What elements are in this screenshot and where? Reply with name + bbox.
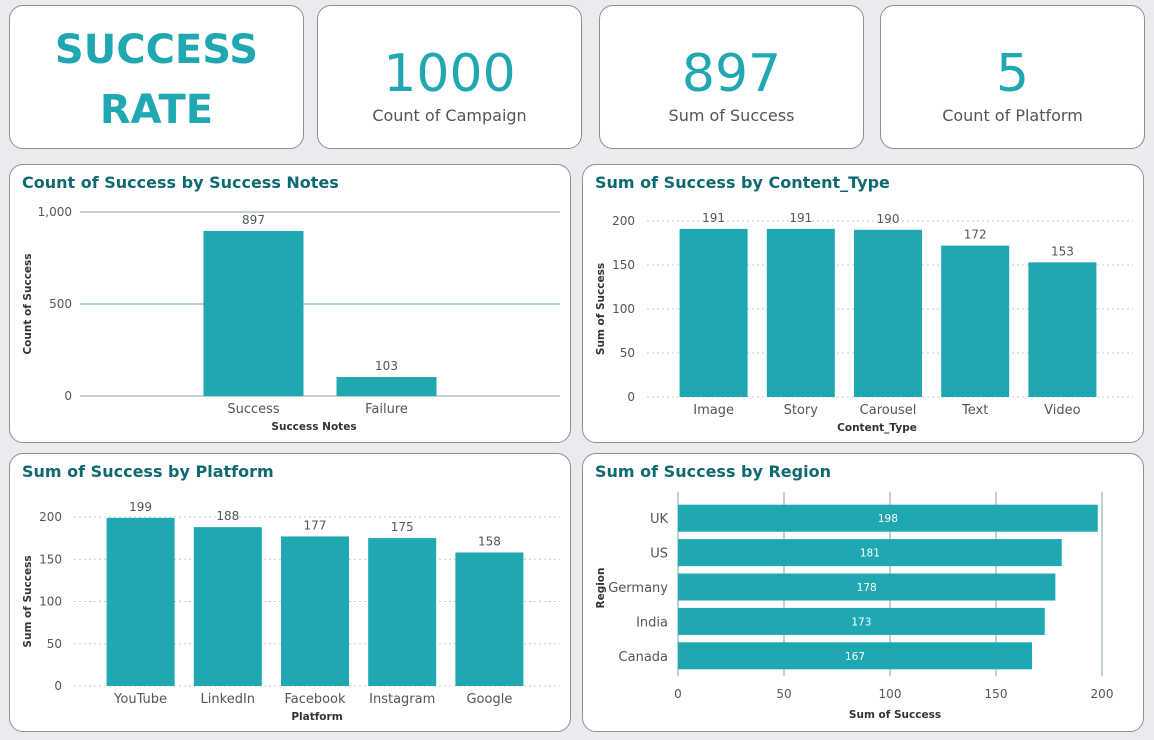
kpi-label-success: Sum of Success (668, 106, 795, 125)
y-tick-label: 1,000 (38, 205, 72, 219)
x-tick-label: 200 (1091, 687, 1114, 701)
chart-card-content-type[interactable]: Sum of Success by Content_Type 0 50 100 150… (582, 164, 1144, 443)
platform-bar-chart: 0 50 100 150 200 199 YouTube 188 LinkedIn 177 Face… (22, 500, 560, 723)
y-axis-title: Sum of Success (595, 263, 607, 355)
kpi-title-line2: RATE (99, 87, 214, 133)
kpi-card-success: 897 Sum of Success (599, 5, 864, 149)
x-tick-label: Success (227, 402, 280, 417)
y-tick-label: 100 (39, 595, 62, 609)
bar (281, 536, 349, 686)
data-label: 172 (964, 228, 987, 242)
y-axis-title: Sum of Success (22, 555, 34, 647)
x-tick-label: Story (784, 403, 819, 418)
x-tick-label: Image (693, 403, 734, 418)
data-label: 173 (851, 616, 871, 628)
kpi-card-campaign: 1000 Count of Campaign (317, 5, 582, 149)
y-tick-label: 200 (612, 214, 635, 228)
kpi-title-line1: SUCCESS (54, 27, 259, 73)
bar (854, 229, 922, 397)
x-tick-label: LinkedIn (201, 692, 255, 707)
chart-card-success-notes[interactable]: Count of Success by Success Notes 0 500 1,… (9, 164, 571, 443)
region-bar-chart: 0 50 100 150 200 198 UK 181 US 178 Germany 173 India… (595, 492, 1114, 721)
x-tick-label: Video (1044, 403, 1080, 418)
x-tick-label: Facebook (284, 692, 346, 707)
bar (193, 527, 262, 686)
y-tick-label: 100 (612, 302, 635, 316)
y-tick-label: 150 (39, 552, 62, 566)
x-tick-label: Instagram (369, 692, 435, 707)
bar (106, 517, 175, 686)
y-axis-title: Region (595, 567, 607, 608)
data-label: 177 (304, 518, 327, 532)
y-tick-label: 150 (612, 258, 635, 272)
data-label: 190 (877, 212, 900, 226)
data-label: 181 (860, 548, 880, 560)
data-label: 198 (878, 513, 898, 525)
data-label: 153 (1051, 244, 1074, 258)
data-label: 897 (242, 213, 265, 227)
x-tick-label: Carousel (860, 403, 917, 418)
x-axis-title: Sum of Success (849, 709, 941, 721)
y-tick-label: India (636, 615, 668, 630)
y-tick-label: 50 (47, 637, 62, 651)
bar (766, 228, 835, 397)
x-tick-label: Failure (365, 402, 408, 417)
y-tick-label: UK (650, 512, 669, 527)
y-tick-label: 0 (54, 679, 62, 693)
y-tick-label: 500 (49, 297, 72, 311)
x-tick-label: Google (466, 692, 512, 707)
y-tick-label: Canada (619, 650, 668, 665)
bar (941, 245, 1010, 397)
content-type-bar-chart: 0 50 100 150 200 191 Image 191 Story 190 Carousel 1… (595, 211, 1133, 434)
data-label: 158 (478, 534, 501, 548)
data-label: 175 (391, 520, 414, 534)
data-label: 178 (857, 582, 877, 594)
y-tick-label: 200 (39, 510, 62, 524)
kpi-title-card: SUCCESS RATE (9, 5, 304, 149)
data-label: 191 (702, 211, 725, 225)
y-axis-title: Count of Success (22, 253, 34, 354)
bar (203, 230, 304, 396)
x-axis-title: Content_Type (837, 422, 917, 434)
kpi-card-platform: 5 Count of Platform (880, 5, 1145, 149)
data-label: 167 (845, 651, 865, 663)
bar (1028, 262, 1097, 397)
data-label: 199 (129, 500, 152, 514)
kpi-value-platform: 5 (995, 44, 1030, 104)
kpi-value-success: 897 (681, 44, 782, 104)
chart-card-region[interactable]: Sum of Success by Region 0 50 100 150 200 198… (582, 453, 1144, 732)
chart-card-platform[interactable]: Sum of Success by Platform 0 50 100 150 200 1… (9, 453, 571, 732)
y-tick-label: US (650, 547, 668, 562)
data-label: 188 (216, 509, 239, 523)
y-tick-label: 0 (64, 389, 72, 403)
success-notes-bar-chart: 0 500 1,000 897 Success 103 Failure Success Not… (22, 205, 560, 433)
y-tick-label: 50 (620, 346, 635, 360)
x-tick-label: YouTube (113, 692, 167, 707)
kpi-label-platform: Count of Platform (942, 106, 1083, 125)
data-label: 103 (375, 359, 398, 373)
y-tick-label: 0 (627, 390, 635, 404)
x-tick-label: Text (961, 403, 988, 418)
bar (679, 228, 748, 397)
x-axis-title: Success Notes (271, 421, 356, 433)
bar (368, 538, 437, 686)
data-label: 191 (789, 211, 812, 225)
kpi-value-campaign: 1000 (383, 44, 516, 104)
y-tick-label: Germany (608, 581, 668, 596)
bar (455, 552, 524, 686)
x-tick-label: 100 (879, 687, 902, 701)
bar (336, 377, 437, 396)
x-tick-label: 0 (674, 687, 682, 701)
x-tick-label: 50 (776, 687, 791, 701)
kpi-label-campaign: Count of Campaign (372, 106, 527, 125)
x-axis-title: Platform (291, 711, 342, 723)
x-tick-label: 150 (985, 687, 1008, 701)
